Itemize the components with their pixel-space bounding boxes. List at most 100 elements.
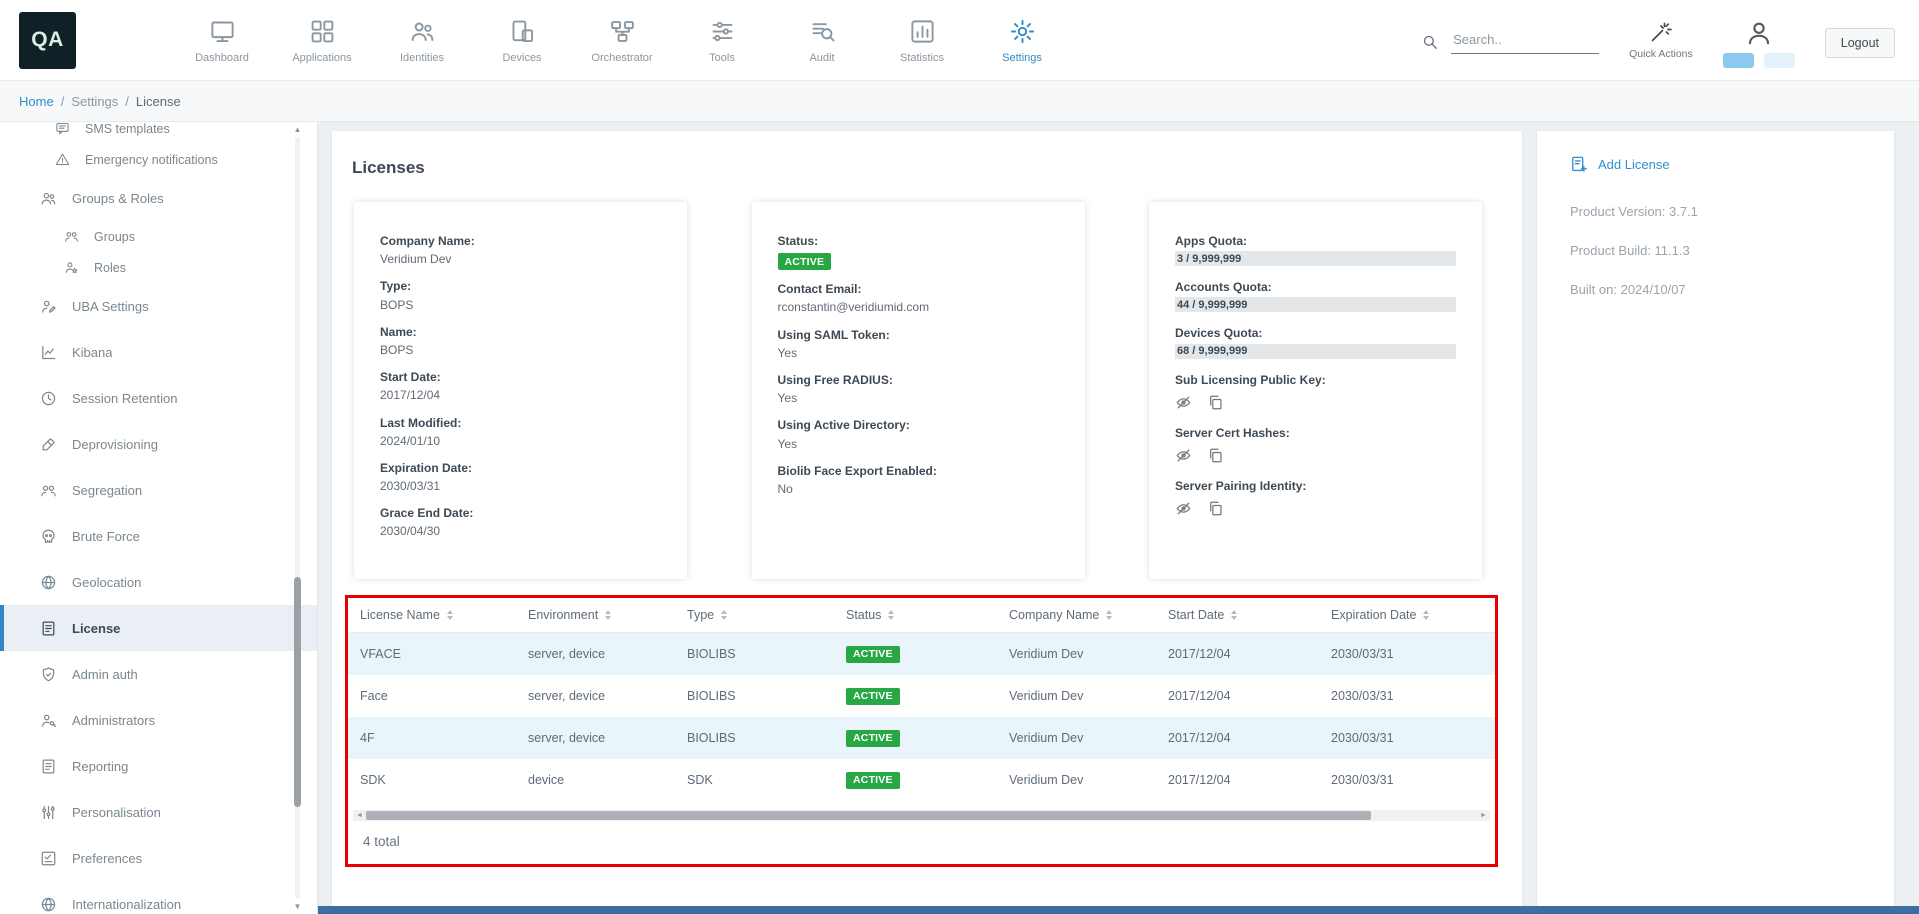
nav-item-label: Applications [292,52,351,64]
nav-item-audit[interactable]: Audit [772,16,872,64]
nav-item-tools[interactable]: Tools [672,16,772,64]
quota-progress-bar: 44 / 9,999,999 [1175,297,1456,312]
column-header-expiration-date[interactable]: Expiration Date [1319,598,1495,633]
sidebar-item-groups[interactable]: Groups [0,221,317,252]
sidebar-item-preferences[interactable]: Preferences [0,835,317,881]
add-license-button[interactable]: Add License [1570,155,1894,174]
eye-off-icon[interactable] [1175,394,1192,411]
nav-item-label: Settings [1002,52,1042,64]
quick-actions-button[interactable]: Quick Actions [1629,20,1693,60]
sidebar-item-license[interactable]: License [0,605,317,651]
sidebar-item-session-retention[interactable]: Session Retention [0,375,317,421]
column-header-company-name[interactable]: Company Name [997,598,1156,633]
column-header-start-date[interactable]: Start Date [1156,598,1319,633]
product-info-line: Built on: 2024/10/07 [1570,282,1894,297]
sidebar-item-reporting[interactable]: Reporting [0,743,317,789]
copy-icon[interactable] [1207,447,1224,464]
license-status-card: Status:ACTIVEContact Email:rconstantin@v… [752,202,1085,579]
nav-item-label: Devices [502,52,541,64]
sidebar-item-brute-force[interactable]: Brute Force [0,513,317,559]
product-info-line: Product Build: 11.1.3 [1570,243,1894,258]
user-avatar-icon[interactable] [1744,18,1774,48]
scroll-left-arrow-icon[interactable]: ◄ [353,810,366,821]
people-pair-icon [64,229,79,244]
table-row[interactable]: Faceserver, deviceBIOLIBSACTIVEVeridium … [348,675,1495,717]
breadcrumb-item-home[interactable]: Home [19,94,54,109]
sliders-vertical-icon [40,804,57,821]
sidebar-scrollbar[interactable]: ▲ ▼ [292,122,303,914]
scroll-down-arrow-icon[interactable]: ▼ [292,899,303,914]
nav-item-orchestrator[interactable]: Orchestrator [572,16,672,64]
column-header-license-name[interactable]: License Name [348,598,516,633]
search-input[interactable] [1451,30,1599,54]
hscrollbar-thumb[interactable] [366,811,1371,820]
nav-item-identities[interactable]: Identities [372,16,472,64]
table-horizontal-scrollbar[interactable]: ◄ ► [353,810,1490,821]
bar-chart-icon [909,18,936,45]
logout-button[interactable]: Logout [1825,28,1895,58]
globe-icon [40,574,57,591]
field-label: Using SAML Token: [778,327,1059,343]
sidebar-item-deprovisioning[interactable]: Deprovisioning [0,421,317,467]
field-value: BOPS [380,342,661,358]
scroll-up-arrow-icon[interactable]: ▲ [292,122,303,137]
sidebar-item-emergency-notifications[interactable]: Emergency notifications [0,144,317,175]
table-row[interactable]: VFACEserver, deviceBIOLIBSACTIVEVeridium… [348,633,1495,676]
column-header-environment[interactable]: Environment [516,598,675,633]
search-icon[interactable] [1421,33,1439,51]
sidebar-item-label: Groups & Roles [72,191,164,206]
scroll-right-arrow-icon[interactable]: ► [1477,810,1490,821]
field-value: 2030/03/31 [380,478,661,494]
nav-item-settings[interactable]: Settings [972,16,1072,64]
sort-carets-icon [1423,610,1429,620]
main-content: Licenses Company Name:Veridium DevType:B… [332,131,1522,908]
field: Using Free RADIUS:Yes [778,372,1059,406]
quota-value: 68 / 9,999,999 [1175,345,1247,357]
sidebar-item-segregation[interactable]: Segregation [0,467,317,513]
breadcrumb-separator: / [61,94,65,109]
field-label: Grace End Date: [380,505,661,521]
sidebar-item-sms-templates[interactable]: SMS templates [0,122,317,144]
breadcrumb-item-license: License [136,94,181,109]
table-total: 4 total [363,834,1495,849]
table-cell: ACTIVE [834,759,997,801]
nav-item-dashboard[interactable]: Dashboard [172,16,272,64]
nav-item-devices[interactable]: Devices [472,16,572,64]
breadcrumb-item-settings[interactable]: Settings [71,94,118,109]
sidebar-item-admin-auth[interactable]: Admin auth [0,651,317,697]
sidebar-item-administrators[interactable]: Administrators [0,697,317,743]
sidebar-item-label: Internationalization [72,897,181,912]
copy-icon[interactable] [1207,394,1224,411]
sidebar-item-uba-settings[interactable]: UBA Settings [0,283,317,329]
field-label: Status: [778,233,1059,249]
breadcrumb: Home/Settings/License [0,81,1919,122]
eye-off-icon[interactable] [1175,447,1192,464]
table-row[interactable]: SDKdeviceSDKACTIVEVeridium Dev2017/12/04… [348,759,1495,801]
sidebar-item-personalisation[interactable]: Personalisation [0,789,317,835]
nav-item-label: Identities [400,52,444,64]
app-logo[interactable]: QA [19,12,76,69]
sidebar-item-groups-roles[interactable]: Groups & Roles [0,175,317,221]
eye-off-icon[interactable] [1175,500,1192,517]
status-badge: ACTIVE [846,688,900,705]
sidebar-item-kibana[interactable]: Kibana [0,329,317,375]
copy-icon[interactable] [1207,500,1224,517]
column-header-type[interactable]: Type [675,598,834,633]
nav-item-statistics[interactable]: Statistics [872,16,972,64]
sidebar-item-internationalization[interactable]: Internationalization [0,881,317,914]
field-value: Yes [778,390,1059,406]
globe-icon [40,896,57,913]
table-row[interactable]: 4Fserver, deviceBIOLIBSACTIVEVeridium De… [348,717,1495,759]
table-cell: ACTIVE [834,633,997,676]
table-cell: 4F [348,717,516,759]
bottom-scrollbar[interactable] [318,906,1919,914]
sidebar-item-geolocation[interactable]: Geolocation [0,559,317,605]
field-value: 2030/04/30 [380,523,661,539]
sidebar-item-roles[interactable]: Roles [0,252,317,283]
quick-actions-label: Quick Actions [1629,48,1693,60]
table-header-row: License NameEnvironmentTypeStatusCompany… [348,598,1495,633]
scrollbar-thumb[interactable] [294,577,301,807]
column-label: Expiration Date [1331,608,1416,622]
nav-item-applications[interactable]: Applications [272,16,372,64]
column-header-status[interactable]: Status [834,598,997,633]
